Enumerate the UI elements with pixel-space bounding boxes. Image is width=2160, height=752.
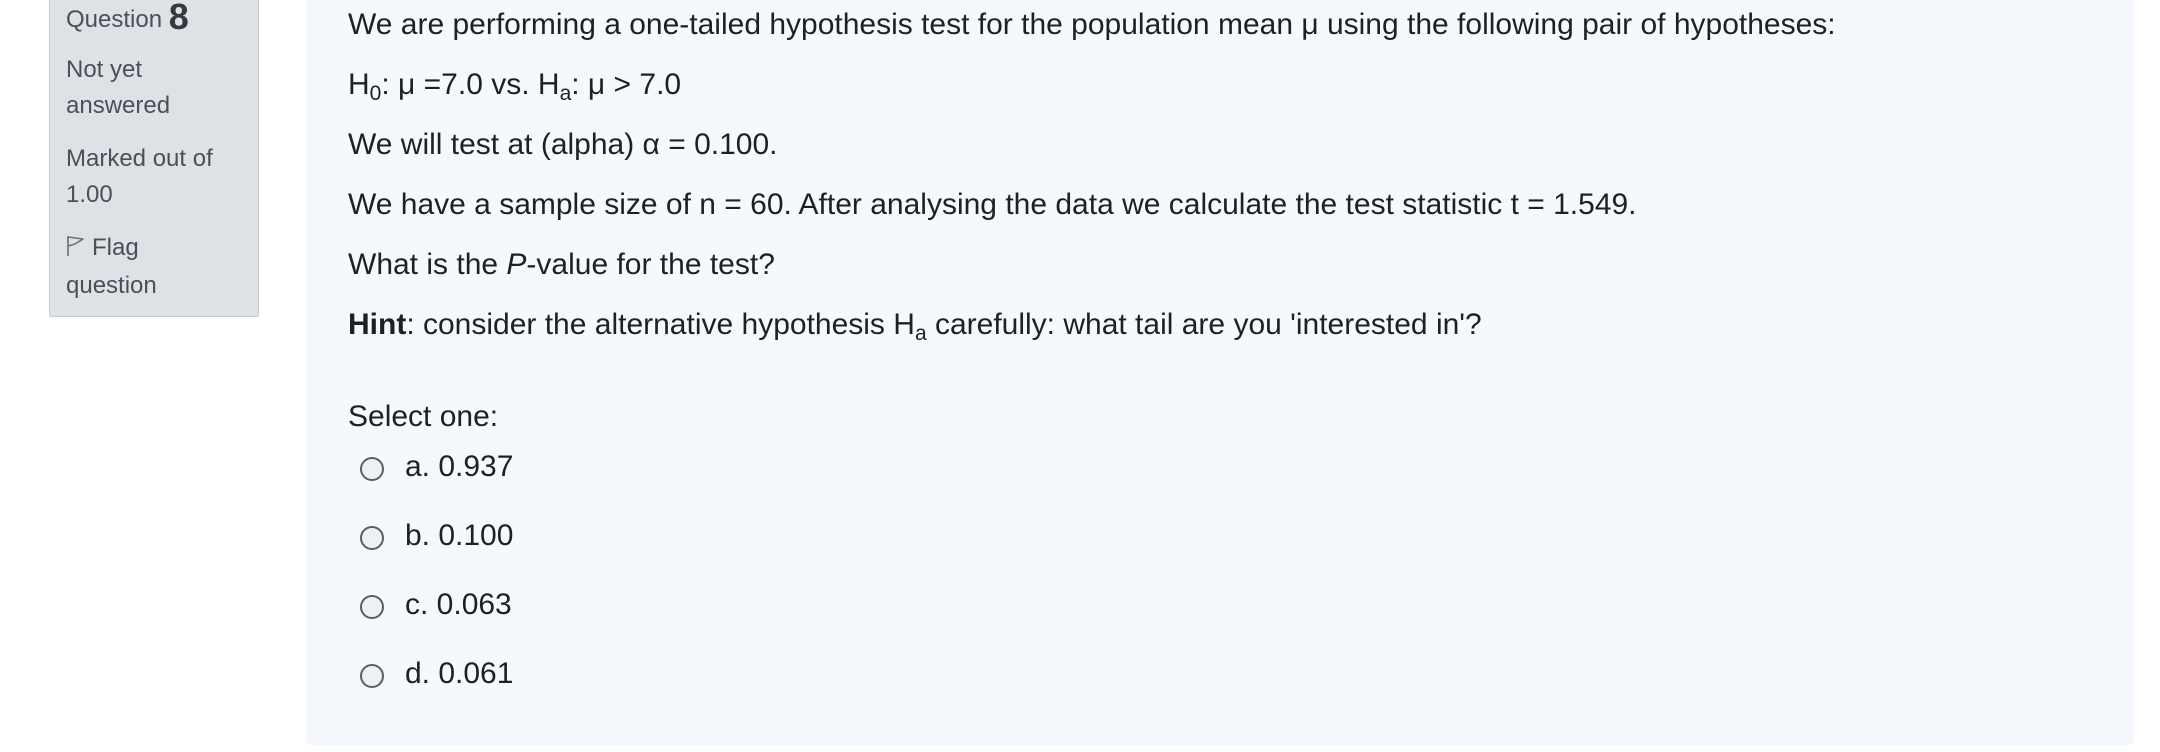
answer-option-b[interactable]: b. 0.100 bbox=[360, 518, 513, 554]
radio-button[interactable] bbox=[360, 456, 384, 481]
state-line-1: Not yet bbox=[66, 56, 143, 83]
ha-text: : μ > 7.0 bbox=[571, 68, 682, 101]
pvalue-after: -value for the test? bbox=[526, 248, 775, 281]
radio-button[interactable] bbox=[360, 663, 384, 688]
state-line-2: answered bbox=[66, 92, 171, 119]
question-grade: Marked out of 1.00 bbox=[66, 141, 242, 213]
hint: Hint: consider the alternative hypothesi… bbox=[348, 307, 1482, 345]
h0-text: : μ =7.0 vs. bbox=[381, 68, 538, 101]
answer-option-a[interactable]: a. 0.937 bbox=[360, 449, 513, 485]
radio-button[interactable] bbox=[360, 525, 384, 550]
option-label[interactable]: d. 0.061 bbox=[405, 656, 513, 692]
alpha-statement: We will test at (alpha) α = 0.100. bbox=[348, 128, 778, 161]
hint-subscript: a bbox=[914, 322, 927, 345]
question-info-panel: Question 8 Not yet answered Marked out of… bbox=[49, 0, 259, 317]
flag-question-link[interactable]: Flag question bbox=[66, 230, 242, 304]
answer-option-c[interactable]: c. 0.063 bbox=[360, 587, 512, 623]
question-number-heading: Question 8 bbox=[66, 0, 242, 38]
hint-symbol: H bbox=[893, 308, 915, 341]
pvalue-question: What is the P-value for the test? bbox=[348, 247, 775, 283]
question-intro: We are performing a one-tailed hypothesi… bbox=[348, 8, 1836, 41]
hint-after: carefully: what tail are you 'interested… bbox=[926, 308, 1482, 341]
ha-subscript: a bbox=[559, 82, 572, 105]
pvalue-italic: P bbox=[506, 248, 527, 281]
hypotheses: H0: μ =7.0 vs. Ha: μ > 7.0 bbox=[348, 67, 682, 105]
sample-statement: We have a sample size of n = 60. After a… bbox=[348, 188, 1637, 221]
radio-button[interactable] bbox=[360, 594, 384, 619]
question-label: Question bbox=[66, 6, 163, 33]
ha-symbol: H bbox=[537, 68, 560, 101]
option-label[interactable]: b. 0.100 bbox=[405, 518, 513, 554]
flag-line-1[interactable]: Flag bbox=[92, 234, 139, 261]
h0-subscript: 0 bbox=[369, 82, 382, 105]
hint-before: : consider the alternative hypothesis bbox=[406, 308, 894, 341]
hint-label: Hint bbox=[348, 308, 407, 341]
question-content: We are performing a one-tailed hypothesi… bbox=[306, 0, 2134, 745]
flag-line-2[interactable]: question bbox=[66, 272, 157, 299]
h0-symbol: H bbox=[348, 68, 370, 101]
option-label[interactable]: a. 0.937 bbox=[405, 449, 513, 485]
grade-line-2: 1.00 bbox=[66, 181, 113, 208]
flag-icon[interactable] bbox=[66, 232, 86, 268]
option-label[interactable]: c. 0.063 bbox=[405, 587, 512, 623]
select-one-prompt: Select one: bbox=[348, 400, 499, 433]
answer-option-d[interactable]: d. 0.061 bbox=[360, 656, 513, 692]
question-state: Not yet answered bbox=[66, 52, 242, 124]
grade-line-1: Marked out of bbox=[66, 145, 213, 172]
pvalue-before: What is the bbox=[348, 248, 507, 281]
question-number: 8 bbox=[168, 0, 189, 37]
